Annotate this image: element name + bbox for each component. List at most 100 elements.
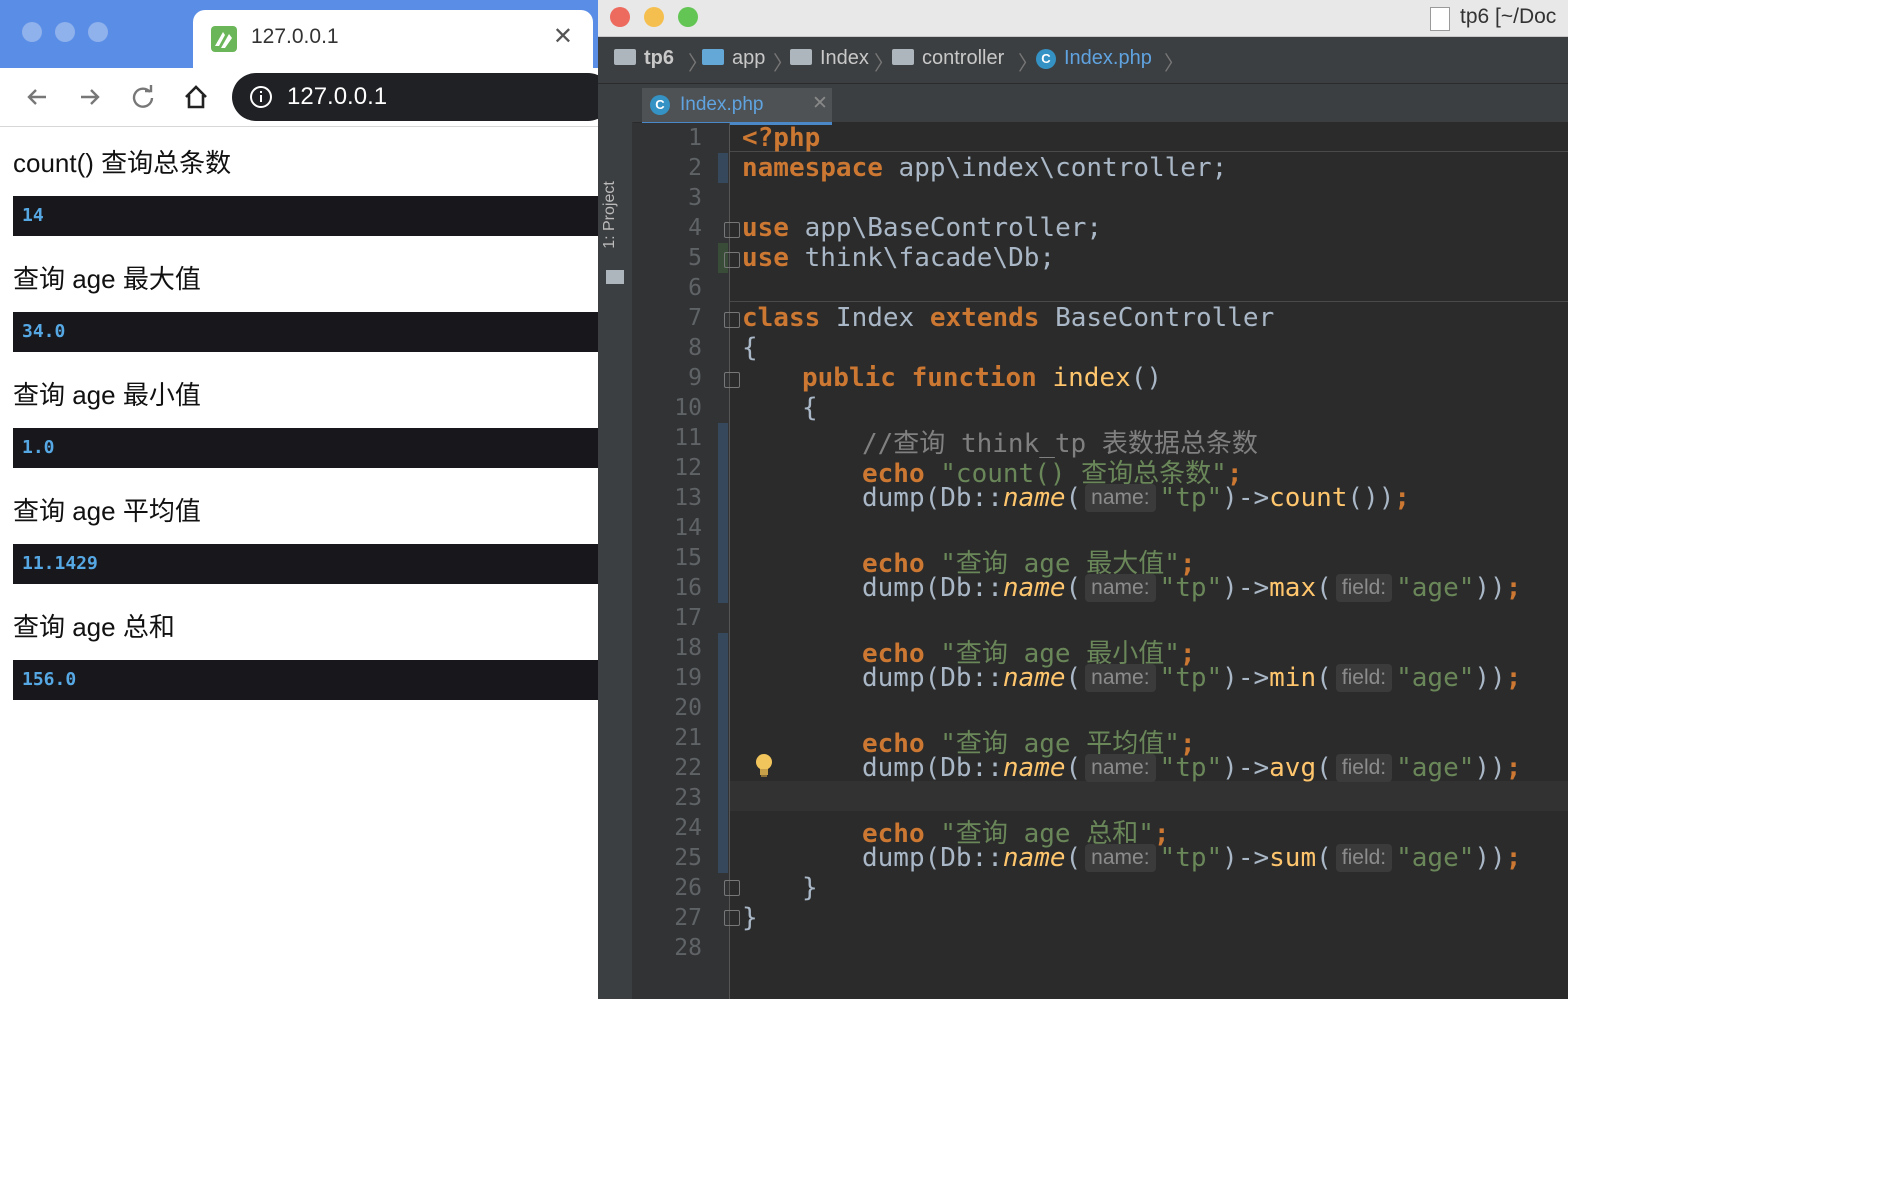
ide-close-button[interactable] bbox=[610, 7, 630, 27]
code-line: <?php bbox=[742, 123, 820, 153]
home-button[interactable] bbox=[181, 82, 211, 112]
code-text: app\index\controller; bbox=[882, 153, 1228, 183]
line-number: 3 bbox=[688, 185, 702, 211]
keyword: extends bbox=[929, 303, 1040, 333]
dump-output: 1.0 bbox=[13, 428, 598, 468]
line-number: 2 bbox=[688, 155, 702, 181]
fold-icon[interactable] bbox=[724, 312, 740, 328]
breadcrumb-label: Index bbox=[820, 47, 869, 69]
fold-icon[interactable] bbox=[724, 252, 740, 268]
close-tab-icon[interactable]: ✕ bbox=[553, 22, 573, 51]
code-text: app\BaseController; bbox=[788, 213, 1103, 243]
fold-icon[interactable] bbox=[724, 372, 740, 388]
line-number: 26 bbox=[674, 875, 702, 901]
method-name: sum bbox=[1269, 843, 1317, 873]
keyword: public bbox=[802, 363, 896, 393]
line-number: 28 bbox=[674, 935, 702, 961]
method-name: name bbox=[1002, 483, 1066, 513]
code-line: class Index extends BaseController bbox=[742, 303, 1274, 333]
change-marker bbox=[718, 423, 728, 603]
address-bar[interactable]: 127.0.0.1 bbox=[232, 73, 598, 121]
page-content: count() 查询总条数 14 查询 age 最大值 34.0 查询 age … bbox=[0, 127, 598, 999]
method-name: count bbox=[1269, 483, 1348, 513]
breadcrumb-tp6[interactable]: tp6 bbox=[614, 47, 674, 70]
fold-icon[interactable] bbox=[724, 880, 740, 896]
dump-value: 1.0 bbox=[22, 437, 55, 458]
string: "tp" bbox=[1159, 843, 1223, 873]
arrow-left-icon bbox=[27, 89, 46, 105]
browser-toolbar: 127.0.0.1 bbox=[0, 68, 598, 127]
fold-icon[interactable] bbox=[724, 910, 740, 926]
code-line: namespace app\index\controller; bbox=[742, 153, 1227, 183]
method-name: name bbox=[1002, 663, 1066, 693]
dump-output: 34.0 bbox=[13, 312, 598, 352]
breadcrumb-file[interactable]: C Index.php bbox=[1036, 47, 1152, 70]
line-number: 7 bbox=[688, 305, 702, 331]
info-icon[interactable] bbox=[249, 85, 273, 109]
reload-icon bbox=[132, 85, 154, 108]
document-icon bbox=[1430, 7, 1450, 31]
code-line: dump(Db::name(name: "tp")->sum(field: "age… bbox=[862, 843, 1522, 873]
code-text: dump(Db:: bbox=[862, 573, 1003, 603]
line-number: 6 bbox=[688, 275, 702, 301]
breadcrumb: tp6 〉 app 〉 Index 〉 controller 〉 C Index.… bbox=[598, 37, 1568, 84]
line-number: 20 bbox=[674, 695, 702, 721]
code-text: think\facade\Db; bbox=[788, 243, 1056, 273]
line-numbers: 1 2 3 4 5 6 7 8 9 10 11 12 13 14 15 16 1… bbox=[632, 123, 702, 999]
line-number: 11 bbox=[674, 425, 702, 451]
thinkphp-favicon-icon bbox=[211, 26, 237, 52]
change-marker bbox=[718, 153, 728, 183]
code-line: use app\BaseController; bbox=[742, 213, 1102, 243]
lightbulb-icon[interactable] bbox=[754, 753, 774, 779]
class-name: Index bbox=[820, 303, 930, 333]
breadcrumb-index[interactable]: Index bbox=[790, 47, 869, 70]
browser-tab[interactable]: 127.0.0.1 ✕ bbox=[193, 10, 593, 68]
line-number: 27 bbox=[674, 905, 702, 931]
zoom-window-button[interactable] bbox=[88, 22, 108, 42]
method-name: name bbox=[1002, 753, 1066, 783]
line-number: 19 bbox=[674, 665, 702, 691]
close-window-button[interactable] bbox=[22, 22, 42, 42]
result-heading: 查询 age 平均值 bbox=[13, 496, 201, 526]
breadcrumb-label: controller bbox=[922, 47, 1005, 69]
php-class-icon: C bbox=[650, 95, 670, 115]
breadcrumb-app[interactable]: app bbox=[702, 47, 765, 70]
code-line: use think\facade\Db; bbox=[742, 243, 1055, 273]
result-heading: 查询 age 总和 bbox=[13, 612, 175, 642]
method-separator bbox=[730, 301, 1568, 302]
code-line: dump(Db::name(name: "tp")->count()); bbox=[862, 483, 1411, 513]
line-number: 22 bbox=[674, 755, 702, 781]
code-line: dump(Db::name(name: "tp")->avg(field: "age… bbox=[862, 753, 1522, 783]
string: "age" bbox=[1396, 573, 1475, 603]
back-button[interactable] bbox=[22, 82, 52, 112]
code-line: { bbox=[802, 393, 818, 423]
ide-zoom-button[interactable] bbox=[678, 7, 698, 27]
fold-icon[interactable] bbox=[724, 222, 740, 238]
string: "age" bbox=[1396, 753, 1475, 783]
code-line: dump(Db::name(name: "tp")->min(field: "age… bbox=[862, 663, 1522, 693]
dump-value: 156.0 bbox=[22, 669, 77, 690]
ide-window: tp6 [~/Doc tp6 〉 app 〉 Index 〉 controlle… bbox=[598, 0, 1568, 999]
dump-output: 14 bbox=[13, 196, 598, 236]
method-name: name bbox=[1002, 843, 1066, 873]
param-hint: field: bbox=[1335, 664, 1393, 692]
line-number: 16 bbox=[674, 575, 702, 601]
reload-button[interactable] bbox=[128, 82, 158, 112]
minimize-window-button[interactable] bbox=[55, 22, 75, 42]
ide-minimize-button[interactable] bbox=[644, 7, 664, 27]
forward-button[interactable] bbox=[75, 82, 105, 112]
php-class-icon: C bbox=[1036, 49, 1056, 69]
editor-tab-index-php[interactable]: C Index.php ✕ bbox=[642, 88, 832, 125]
breadcrumb-separator: 〉 bbox=[1164, 53, 1184, 75]
keyword: use bbox=[742, 213, 789, 243]
change-marker bbox=[718, 633, 728, 873]
editor-tab-label: Index.php bbox=[680, 94, 764, 115]
project-tool-button[interactable]: 1: Project bbox=[601, 181, 619, 249]
breadcrumb-controller[interactable]: controller bbox=[892, 47, 1004, 70]
caret-row-highlight bbox=[730, 781, 1568, 811]
close-tab-icon[interactable]: ✕ bbox=[812, 92, 828, 115]
keyword: namespace bbox=[742, 153, 883, 183]
folder-icon bbox=[892, 49, 914, 65]
breadcrumb-label: app bbox=[732, 47, 766, 69]
line-number: 18 bbox=[674, 635, 702, 661]
